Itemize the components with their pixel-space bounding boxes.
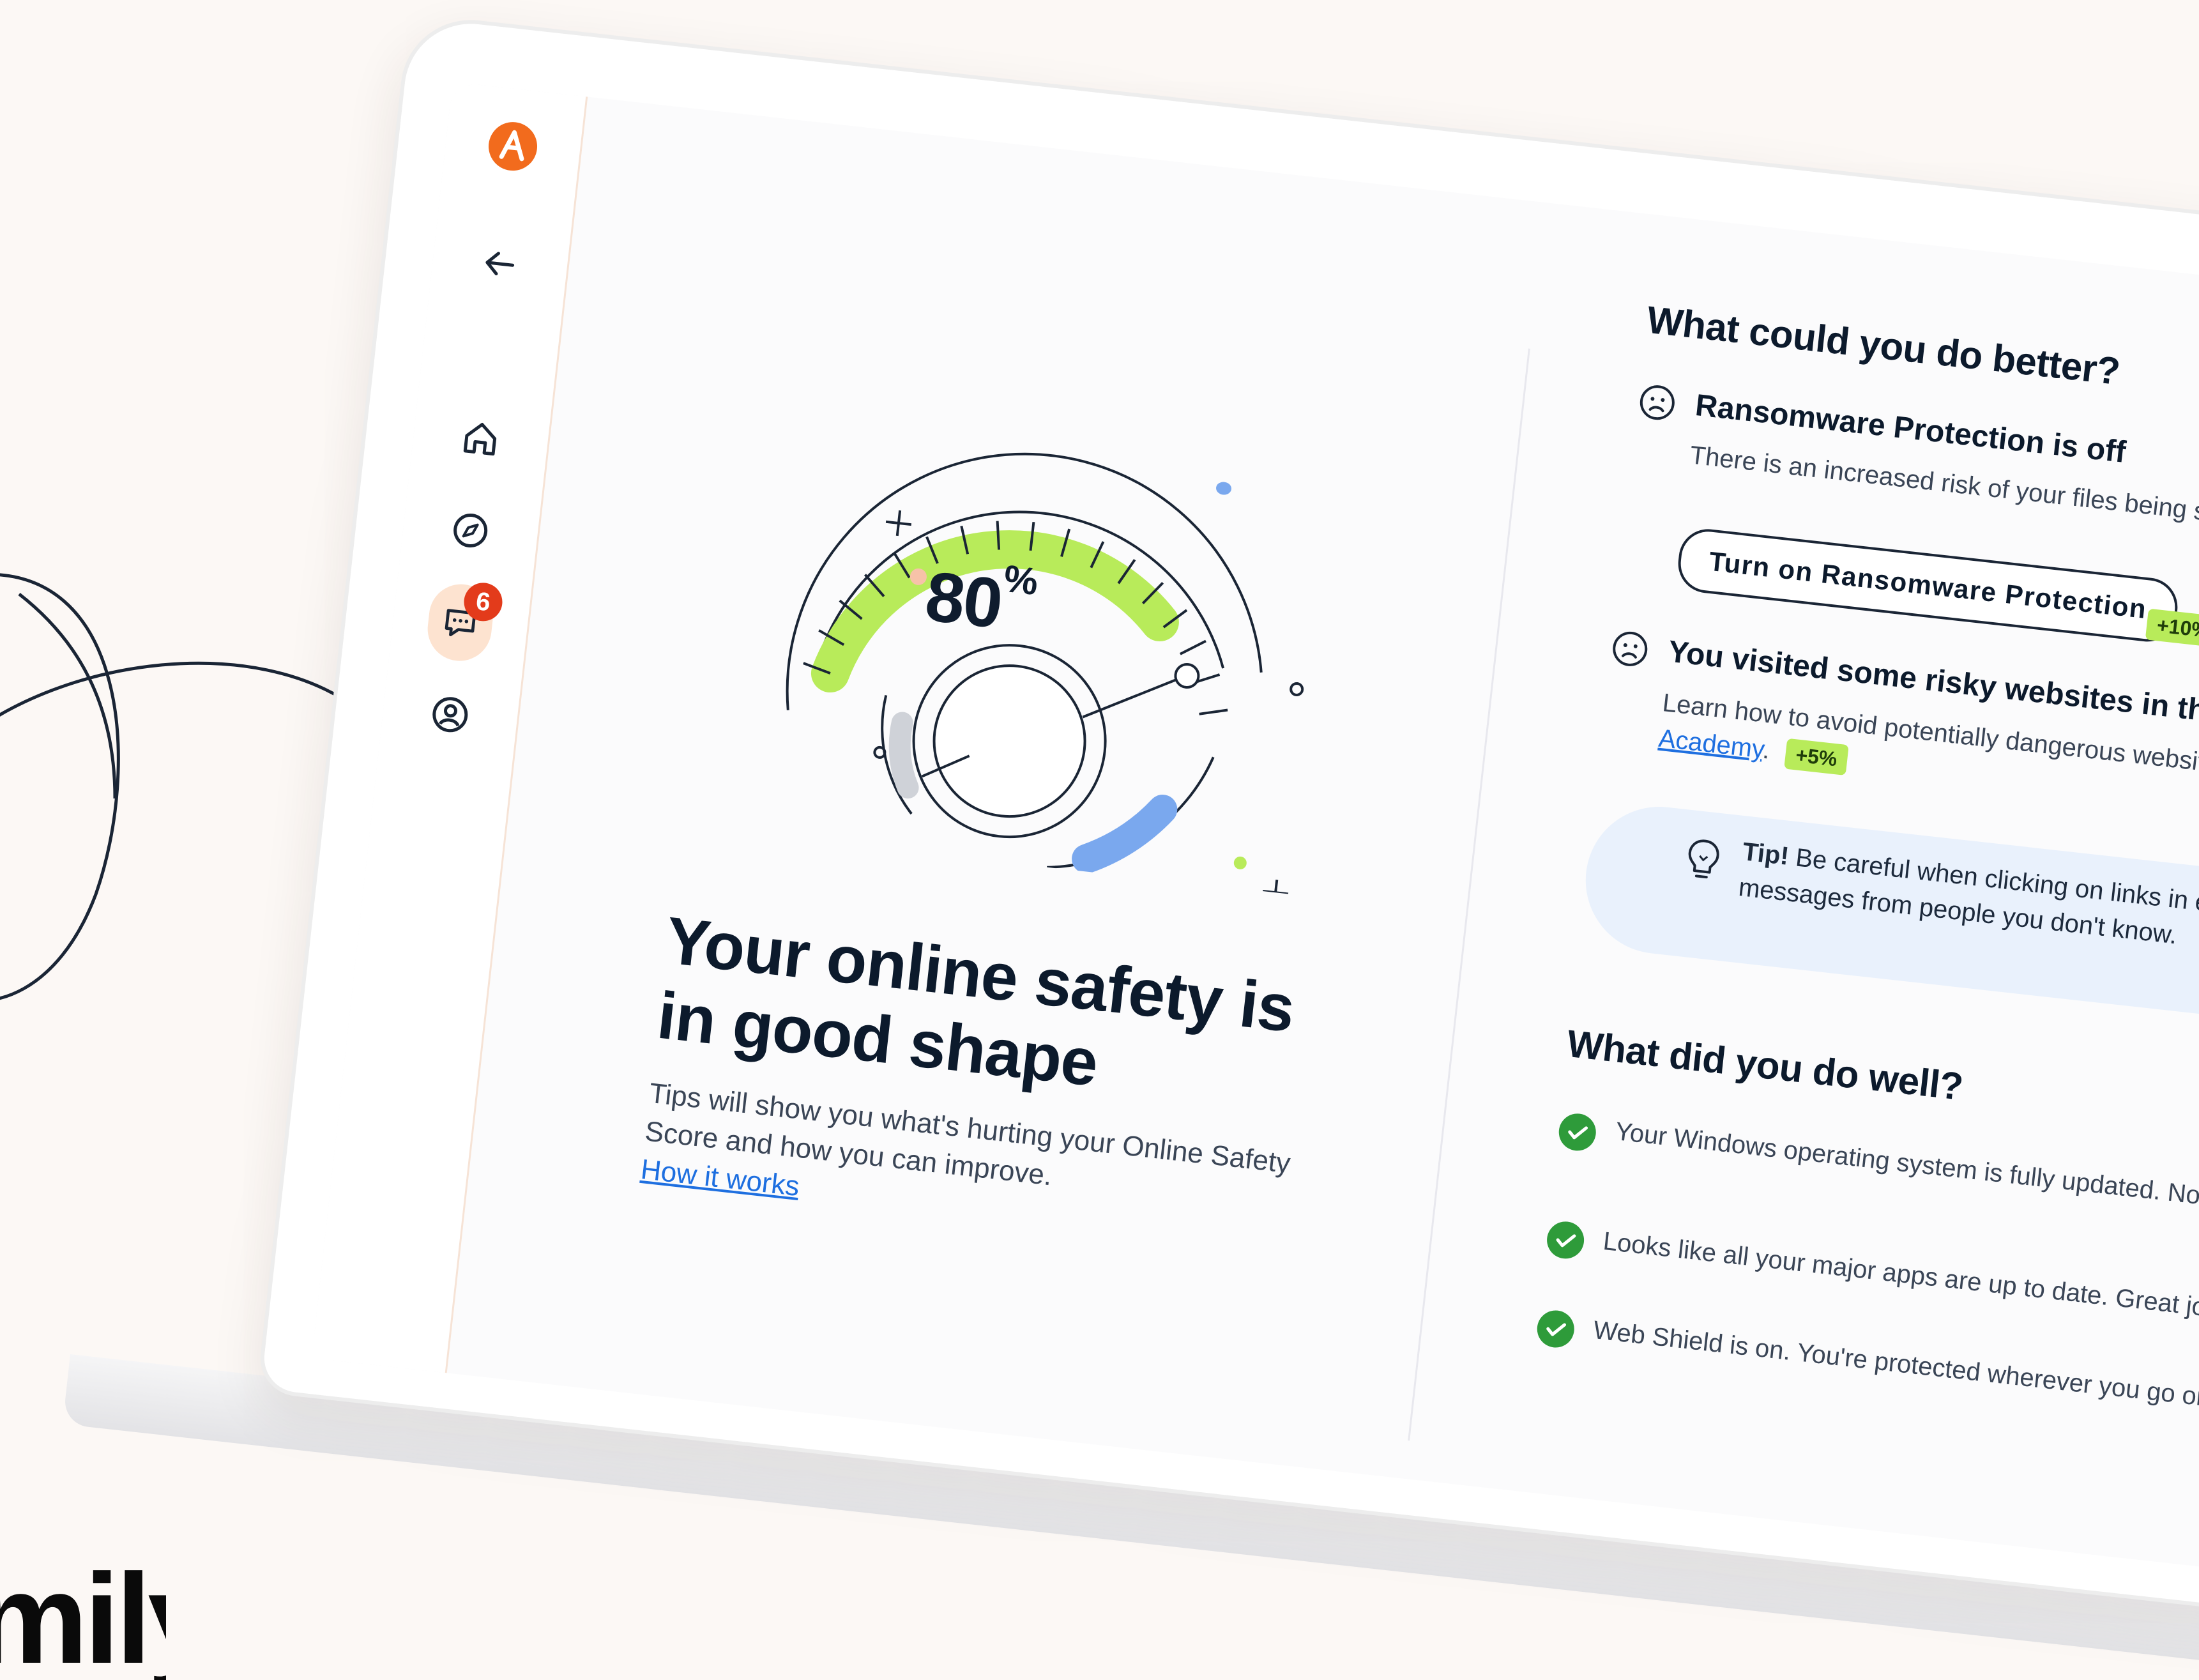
laptop-frame: 6 80% Your online safety is in good shap… xyxy=(256,13,2199,1660)
gauge-tick xyxy=(1179,639,1206,655)
recommendations-panel: What could you do better? Ransomware Pro… xyxy=(1454,208,2199,1619)
check-circle-icon xyxy=(1547,1221,1585,1259)
avast-logo-icon[interactable] xyxy=(478,111,548,181)
tip-label: Tip! xyxy=(1741,837,1791,871)
tip-box: Tip! Be careful when clicking on links i… xyxy=(1578,799,2199,1042)
compass-icon[interactable] xyxy=(435,495,505,565)
sad-face-icon xyxy=(1613,631,1648,666)
arrow-left-icon[interactable] xyxy=(465,229,535,299)
well-item-text: Web Shield is on. You're protected where… xyxy=(1592,1316,2199,1423)
check-circle-icon xyxy=(1537,1310,1574,1348)
messages-nav-item[interactable]: 6 xyxy=(424,581,505,664)
improve-heading: What could you do better? xyxy=(1645,298,2122,393)
gauge-tick xyxy=(1199,708,1228,715)
check-circle-icon xyxy=(1558,1113,1596,1151)
brand-partial-word: mily xyxy=(0,1559,166,1680)
lightbulb-icon xyxy=(1688,839,1719,879)
turn-on-ransomware-button[interactable]: Turn on Ransomware Protection xyxy=(1675,526,2181,645)
user-circle-icon[interactable] xyxy=(415,680,485,750)
app-window: 6 80% Your online safety is in good shap… xyxy=(311,82,2199,1619)
home-icon[interactable] xyxy=(445,403,515,473)
score-boost-tag: +10% xyxy=(2145,608,2199,648)
score-panel: 80% Your online safety is in good shape … xyxy=(458,98,1532,1477)
score-boost-tag: +5% xyxy=(1784,738,1849,776)
well-heading: What did you do well? xyxy=(1565,1021,1965,1108)
sad-face-icon xyxy=(1640,385,1675,420)
tip-text: Tip! Be careful when clicking on links i… xyxy=(1737,834,2199,979)
tip-body: Be careful when clicking on links in ema… xyxy=(1737,843,2199,950)
well-item-text: Your Windows operating system is fully u… xyxy=(1613,1117,2199,1235)
